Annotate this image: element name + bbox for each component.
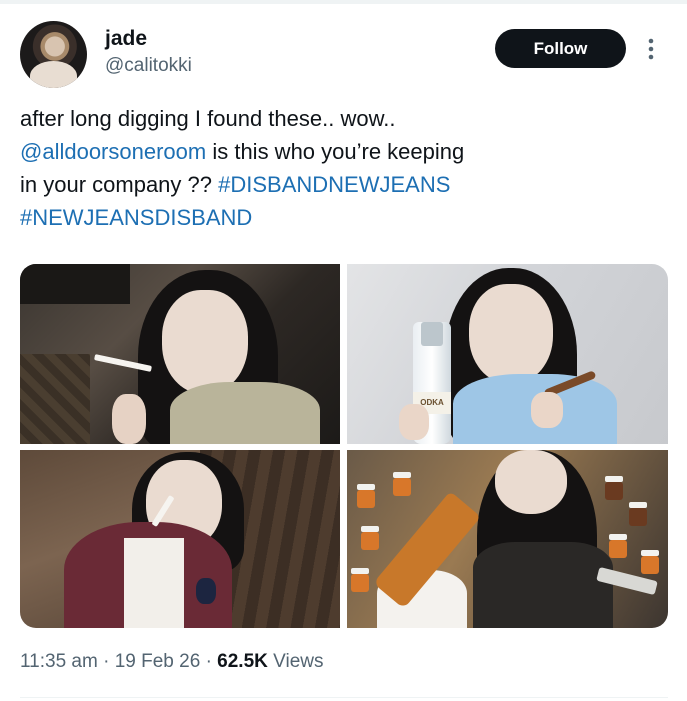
photo-hand [531, 392, 563, 428]
photo-shirt [124, 538, 184, 628]
photo-hand [112, 394, 146, 444]
meta-separator: · [205, 651, 212, 672]
tweet-date[interactable]: 19 Feb 26 [115, 651, 201, 672]
more-vertical-icon[interactable] [644, 36, 658, 62]
photo-patch [196, 578, 216, 604]
views-label: Views [273, 651, 324, 672]
media-photo-1[interactable] [20, 264, 340, 444]
avatar[interactable] [20, 21, 87, 88]
pill-bottle [393, 472, 411, 496]
top-divider [0, 0, 687, 4]
photo-clothing [170, 382, 320, 444]
photo-face [495, 450, 567, 514]
tweet-time[interactable]: 11:35 am [20, 651, 98, 672]
meta-separator: · [103, 651, 110, 672]
photo-hand [399, 404, 429, 440]
photo-vest [473, 542, 613, 628]
pill-bottle [361, 526, 379, 550]
photo-pattern [20, 354, 90, 444]
pill-bottle [629, 502, 647, 526]
tweet-line: #NEWJEANSDISBAND [20, 201, 660, 234]
bottom-divider [20, 697, 668, 698]
pill-bottle [641, 550, 659, 574]
media-grid: ODKA [20, 264, 668, 628]
photo-face [469, 284, 553, 384]
tweet-line: @alldoorsoneroom is this who you’re keep… [20, 135, 660, 168]
tweet-line: after long digging I found these.. wow.. [20, 102, 660, 135]
tweet-line: in your company ?? #DISBANDNEWJEANS [20, 168, 660, 201]
views-count[interactable]: 62.5K [217, 651, 268, 672]
pill-bottle [357, 484, 375, 508]
pill-bottle [605, 476, 623, 500]
media-photo-3[interactable] [20, 450, 340, 628]
photo-face [162, 290, 248, 394]
author-display-name[interactable]: jade [105, 27, 147, 51]
mention-link[interactable]: @alldoorsoneroom [20, 139, 206, 164]
tweet-line-text: after long digging I found these.. wow.. [20, 106, 396, 131]
hashtag-link[interactable]: #NEWJEANSDISBAND [20, 205, 252, 230]
photo-shelf [20, 264, 130, 304]
tweet-line-text: is this who you’re keeping [206, 139, 465, 164]
follow-button[interactable]: Follow [495, 29, 626, 68]
media-photo-4[interactable] [347, 450, 668, 628]
hashtag-link[interactable]: #DISBANDNEWJEANS [218, 172, 450, 197]
pill-bottle [351, 568, 369, 592]
tweet-text: after long digging I found these.. wow..… [20, 102, 660, 234]
tweet-meta: 11:35 am · 19 Feb 26 · 62.5K Views [20, 651, 324, 673]
media-photo-2[interactable]: ODKA [347, 264, 668, 444]
author-handle[interactable]: @calitokki [105, 55, 192, 77]
tweet-line-text: in your company ?? [20, 172, 219, 197]
pill-bottle [609, 534, 627, 558]
photo-bottle-neck [421, 322, 443, 346]
